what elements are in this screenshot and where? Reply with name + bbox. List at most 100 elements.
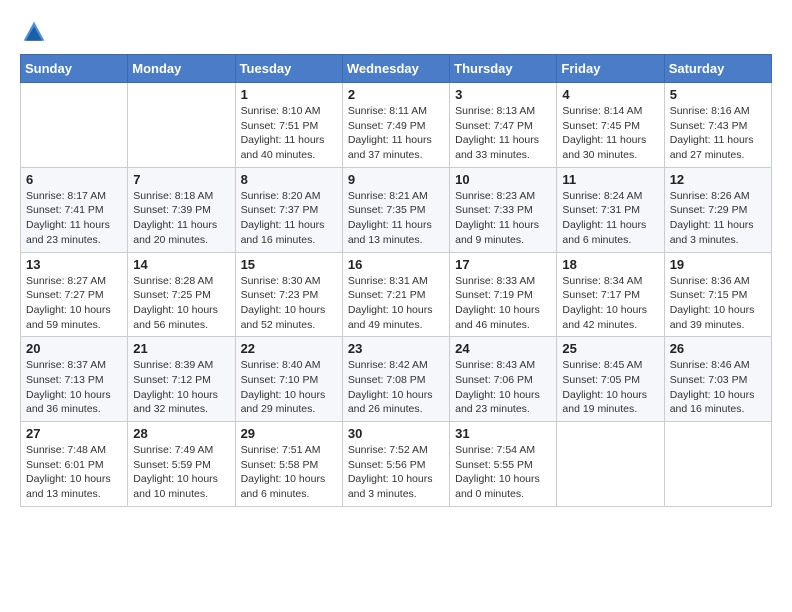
column-header-wednesday: Wednesday [342,55,449,83]
day-info: Sunrise: 8:43 AM Sunset: 7:06 PM Dayligh… [455,358,551,417]
calendar-cell: 2Sunrise: 8:11 AM Sunset: 7:49 PM Daylig… [342,83,449,168]
day-info: Sunrise: 7:51 AM Sunset: 5:58 PM Dayligh… [241,443,337,502]
calendar-cell: 3 Sunrise: 8:13 AM Sunset: 7:47 PM Daylig… [450,83,557,168]
day-number: 27 [26,426,122,441]
day-info: Sunrise: 8:16 AM Sunset: 7:43 PM Dayligh… [670,104,766,163]
day-number: 16 [348,257,444,272]
day-number: 31 [455,426,551,441]
calendar-cell: 23 Sunrise: 8:42 AM Sunset: 7:08 PM Dayli… [342,337,449,422]
calendar-cell: 24 Sunrise: 8:43 AM Sunset: 7:06 PM Dayli… [450,337,557,422]
day-number: 28 [133,426,229,441]
calendar-cell: 19 Sunrise: 8:36 AM Sunset: 7:15 PM Dayli… [664,252,771,337]
day-info: Sunrise: 8:39 AM Sunset: 7:12 PM Dayligh… [133,358,229,417]
day-info: Sunrise: 8:18 AM Sunset: 7:39 PM Dayligh… [133,189,229,248]
calendar-cell: 6 Sunrise: 8:17 AM Sunset: 7:41 PM Daylig… [21,167,128,252]
calendar-cell: 31 Sunrise: 7:54 AM Sunset: 5:55 PM Dayli… [450,422,557,507]
calendar-cell: 28 Sunrise: 7:49 AM Sunset: 5:59 PM Dayli… [128,422,235,507]
calendar-cell: 20Sunrise: 8:37 AM Sunset: 7:13 PM Dayli… [21,337,128,422]
column-header-sunday: Sunday [21,55,128,83]
calendar-cell: 13 Sunrise: 8:27 AM Sunset: 7:27 PM Dayli… [21,252,128,337]
calendar-cell: 9 Sunrise: 8:21 AM Sunset: 7:35 PM Daylig… [342,167,449,252]
logo-icon [22,20,46,44]
calendar-cell: 25 Sunrise: 8:45 AM Sunset: 7:05 PM Dayli… [557,337,664,422]
day-number: 17 [455,257,551,272]
calendar-cell: 27 Sunrise: 7:48 AM Sunset: 6:01 PM Dayli… [21,422,128,507]
calendar-cell: 5 Sunrise: 8:16 AM Sunset: 7:43 PM Daylig… [664,83,771,168]
day-number: 19 [670,257,766,272]
column-header-friday: Friday [557,55,664,83]
day-info: Sunrise: 7:52 AM Sunset: 5:56 PM Dayligh… [348,443,444,502]
day-info: Sunrise: 8:20 AM Sunset: 7:37 PM Dayligh… [241,189,337,248]
day-info: Sunrise: 8:21 AM Sunset: 7:35 PM Dayligh… [348,189,444,248]
column-header-saturday: Saturday [664,55,771,83]
calendar-cell: 1Sunrise: 8:10 AM Sunset: 7:51 PM Daylig… [235,83,342,168]
calendar-cell [21,83,128,168]
day-info: Sunrise: 8:23 AM Sunset: 7:33 PM Dayligh… [455,189,551,248]
day-info: Sunrise: 8:40 AM Sunset: 7:10 PM Dayligh… [241,358,337,417]
calendar-cell: 17 Sunrise: 8:33 AM Sunset: 7:19 PM Dayli… [450,252,557,337]
day-info: Sunrise: 8:33 AM Sunset: 7:19 PM Dayligh… [455,274,551,333]
day-number: 15 [241,257,337,272]
day-number: 6 [26,172,122,187]
day-number: 2 [348,87,444,102]
day-number: 12 [670,172,766,187]
column-header-thursday: Thursday [450,55,557,83]
day-number: 13 [26,257,122,272]
calendar-cell: 8 Sunrise: 8:20 AM Sunset: 7:37 PM Daylig… [235,167,342,252]
day-info: Sunrise: 7:54 AM Sunset: 5:55 PM Dayligh… [455,443,551,502]
day-number: 24 [455,341,551,356]
page-header [20,20,772,44]
day-info: Sunrise: 8:26 AM Sunset: 7:29 PM Dayligh… [670,189,766,248]
calendar-cell: 12 Sunrise: 8:26 AM Sunset: 7:29 PM Dayli… [664,167,771,252]
calendar-week-row: 27 Sunrise: 7:48 AM Sunset: 6:01 PM Dayli… [21,422,772,507]
calendar-cell: 26 Sunrise: 8:46 AM Sunset: 7:03 PM Dayli… [664,337,771,422]
calendar-cell: 30 Sunrise: 7:52 AM Sunset: 5:56 PM Dayli… [342,422,449,507]
day-number: 5 [670,87,766,102]
calendar-cell: 22 Sunrise: 8:40 AM Sunset: 7:10 PM Dayli… [235,337,342,422]
day-number: 3 [455,87,551,102]
calendar-cell: 11 Sunrise: 8:24 AM Sunset: 7:31 PM Dayli… [557,167,664,252]
day-number: 30 [348,426,444,441]
day-info: Sunrise: 8:24 AM Sunset: 7:31 PM Dayligh… [562,189,658,248]
calendar-table: SundayMondayTuesdayWednesdayThursdayFrid… [20,54,772,507]
day-number: 26 [670,341,766,356]
day-info: Sunrise: 8:36 AM Sunset: 7:15 PM Dayligh… [670,274,766,333]
day-number: 18 [562,257,658,272]
day-number: 23 [348,341,444,356]
calendar-cell: 15 Sunrise: 8:30 AM Sunset: 7:23 PM Dayli… [235,252,342,337]
calendar-header-row: SundayMondayTuesdayWednesdayThursdayFrid… [21,55,772,83]
day-number: 4 [562,87,658,102]
day-number: 22 [241,341,337,356]
day-number: 11 [562,172,658,187]
day-number: 8 [241,172,337,187]
calendar-cell: 7Sunrise: 8:18 AM Sunset: 7:39 PM Daylig… [128,167,235,252]
day-info: Sunrise: 8:10 AM Sunset: 7:51 PM Dayligh… [241,104,337,163]
day-info: Sunrise: 7:48 AM Sunset: 6:01 PM Dayligh… [26,443,122,502]
day-info: Sunrise: 8:45 AM Sunset: 7:05 PM Dayligh… [562,358,658,417]
calendar-cell: 14Sunrise: 8:28 AM Sunset: 7:25 PM Dayli… [128,252,235,337]
calendar-week-row: 13 Sunrise: 8:27 AM Sunset: 7:27 PM Dayli… [21,252,772,337]
calendar-cell: 16Sunrise: 8:31 AM Sunset: 7:21 PM Dayli… [342,252,449,337]
calendar-cell: 21 Sunrise: 8:39 AM Sunset: 7:12 PM Dayli… [128,337,235,422]
day-number: 25 [562,341,658,356]
day-info: Sunrise: 7:49 AM Sunset: 5:59 PM Dayligh… [133,443,229,502]
day-info: Sunrise: 8:27 AM Sunset: 7:27 PM Dayligh… [26,274,122,333]
day-info: Sunrise: 8:13 AM Sunset: 7:47 PM Dayligh… [455,104,551,163]
calendar-cell: 10 Sunrise: 8:23 AM Sunset: 7:33 PM Dayli… [450,167,557,252]
day-number: 20 [26,341,122,356]
day-info: Sunrise: 8:17 AM Sunset: 7:41 PM Dayligh… [26,189,122,248]
day-info: Sunrise: 8:34 AM Sunset: 7:17 PM Dayligh… [562,274,658,333]
calendar-cell [557,422,664,507]
day-info: Sunrise: 8:46 AM Sunset: 7:03 PM Dayligh… [670,358,766,417]
calendar-cell: 4Sunrise: 8:14 AM Sunset: 7:45 PM Daylig… [557,83,664,168]
logo [20,20,50,44]
calendar-week-row: 6 Sunrise: 8:17 AM Sunset: 7:41 PM Daylig… [21,167,772,252]
day-number: 21 [133,341,229,356]
calendar-cell [664,422,771,507]
day-number: 9 [348,172,444,187]
day-info: Sunrise: 8:42 AM Sunset: 7:08 PM Dayligh… [348,358,444,417]
calendar-cell [128,83,235,168]
calendar-cell: 29Sunrise: 7:51 AM Sunset: 5:58 PM Dayli… [235,422,342,507]
day-info: Sunrise: 8:30 AM Sunset: 7:23 PM Dayligh… [241,274,337,333]
day-number: 10 [455,172,551,187]
